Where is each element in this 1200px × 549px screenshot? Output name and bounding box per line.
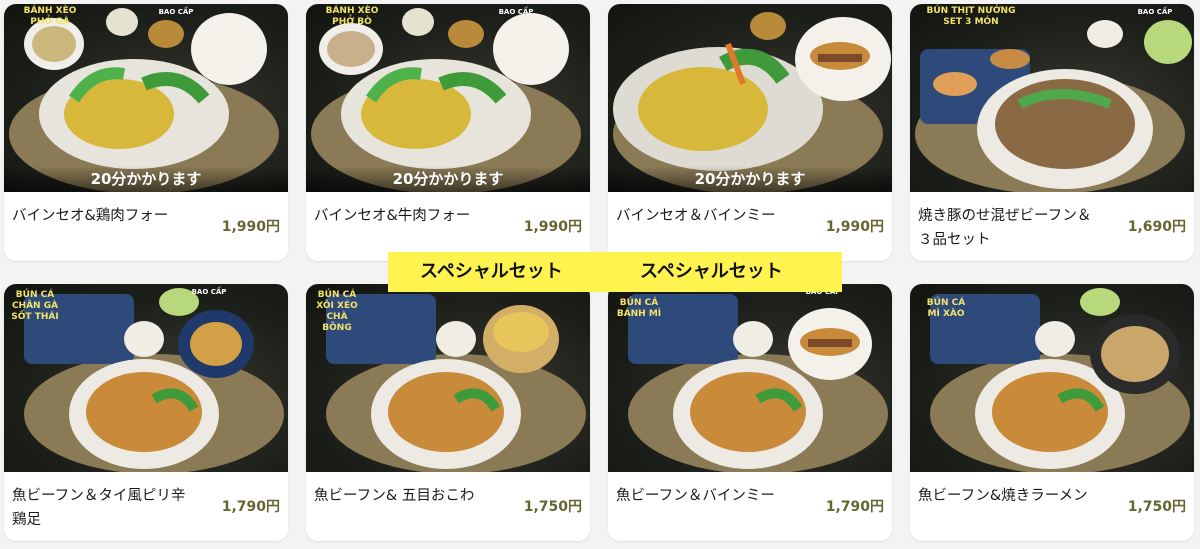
menu-card[interactable]: 20分かかります バインセオ＆バインミー 1,990円 [608,4,892,261]
restaurant-logo: BAO CẤP [191,288,227,296]
food-photo: BÚN CÁ MÌ XÀO [910,284,1194,472]
wait-time-label: 20分かかります [608,166,892,192]
food-photo: BÚN CÁ CHÂN GÀ SỐT THÁI BAO CẤP [4,284,288,472]
dish-name: 魚ビーフン& 五目おこわ [314,488,475,504]
dish-price: 1,990円 [825,219,884,235]
dish-tag: BÁNH XÈO PHỞ GÀ [23,6,77,27]
food-photo: BÚN THỊT NƯỚNG SET 3 MÓN BAO CẤP [910,4,1194,192]
food-illustration [613,12,891,192]
food-illustration [311,8,581,192]
dish-name: 魚ビーフン&焼きラーメン [918,488,1088,504]
food-photo: 20分かかります [608,4,892,192]
food-photo: BÁNH XÈO PHỞ BÒ BAO CẤP 20分かかります [306,4,590,192]
dish-name: 焼き豚のせ混ぜビーフン＆３品セット [918,208,1092,248]
restaurant-logo: BAO CẤP [158,8,194,16]
food-photo: BÚN CÁ XÔI XÉO CHÀ BÔNG [306,284,590,472]
menu-card[interactable]: BÚN CÁ BÁNH MÌ BAO CẤP 魚ビーフン＆バインミー 1,790… [608,284,892,541]
dish-price: 1,990円 [523,219,582,235]
dish-tag: BÚN THỊT NƯỚNG SET 3 MÓN [926,6,1016,27]
dish-price: 1,750円 [523,499,582,515]
menu-card[interactable]: BÚN THỊT NƯỚNG SET 3 MÓN BAO CẤP 焼き豚のせ混ぜ… [910,4,1194,261]
dish-price: 1,750円 [1127,499,1186,515]
menu-card[interactable]: BÚN CÁ XÔI XÉO CHÀ BÔNG 魚ビーフン& 五目おこわ 1,7… [306,284,590,541]
restaurant-logo: BAO CẤP [498,8,534,16]
dish-name: バインセオ&鶏肉フォー [12,208,169,224]
banner-label-right: スペシャルセット [640,261,783,282]
wait-time-label: 20分かかります [306,166,590,192]
dish-tag: BÚN CÁ MÌ XÀO [926,298,966,319]
dish-tag: BÁNH XÈO PHỞ BÒ [325,6,379,27]
dish-name: バインセオ&牛肉フォー [314,208,471,224]
dish-name: 魚ビーフン＆タイ風ピリ辛鶏足 [12,488,186,528]
menu-card[interactable]: BÁNH XÈO PHỞ BÒ BAO CẤP 20分かかります バインセオ&牛… [306,4,590,261]
menu-card[interactable]: BÚN CÁ CHÂN GÀ SỐT THÁI BAO CẤP 魚ビーフン＆タイ… [4,284,288,541]
special-set-banner: スペシャルセット スペシャルセット [388,252,842,292]
dish-tag: BÚN CÁ CHÂN GÀ SỐT THÁI [11,290,59,322]
food-illustration [915,20,1192,192]
menu-grid: BÁNH XÈO PHỞ GÀ BAO CẤP 20分かかります バインセオ&鶏… [0,0,1200,549]
food-photo: BÁNH XÈO PHỞ GÀ BAO CẤP 20分かかります [4,4,288,192]
food-photo: BÚN CÁ BÁNH MÌ BAO CẤP [608,284,892,472]
dish-tag: BÚN CÁ BÁNH MÌ [616,298,662,319]
dish-tag: BÚN CÁ XÔI XÉO CHÀ BÔNG [316,290,358,333]
dish-name: バインセオ＆バインミー [616,208,776,224]
dish-price: 1,790円 [825,499,884,515]
dish-name: 魚ビーフン＆バインミー [616,488,775,504]
banner-label-left: スペシャルセット [420,261,563,282]
dish-price: 1,690円 [1127,219,1186,235]
food-illustration [9,8,279,192]
dish-price: 1,990円 [221,219,280,235]
restaurant-logo: BAO CẤP [1137,8,1173,16]
dish-price: 1,790円 [221,499,280,515]
wait-time-label: 20分かかります [4,166,288,192]
menu-card[interactable]: BÚN CÁ MÌ XÀO 魚ビーフン&焼きラーメン 1,750円 [910,284,1194,541]
menu-card[interactable]: BÁNH XÈO PHỞ GÀ BAO CẤP 20分かかります バインセオ&鶏… [4,4,288,261]
